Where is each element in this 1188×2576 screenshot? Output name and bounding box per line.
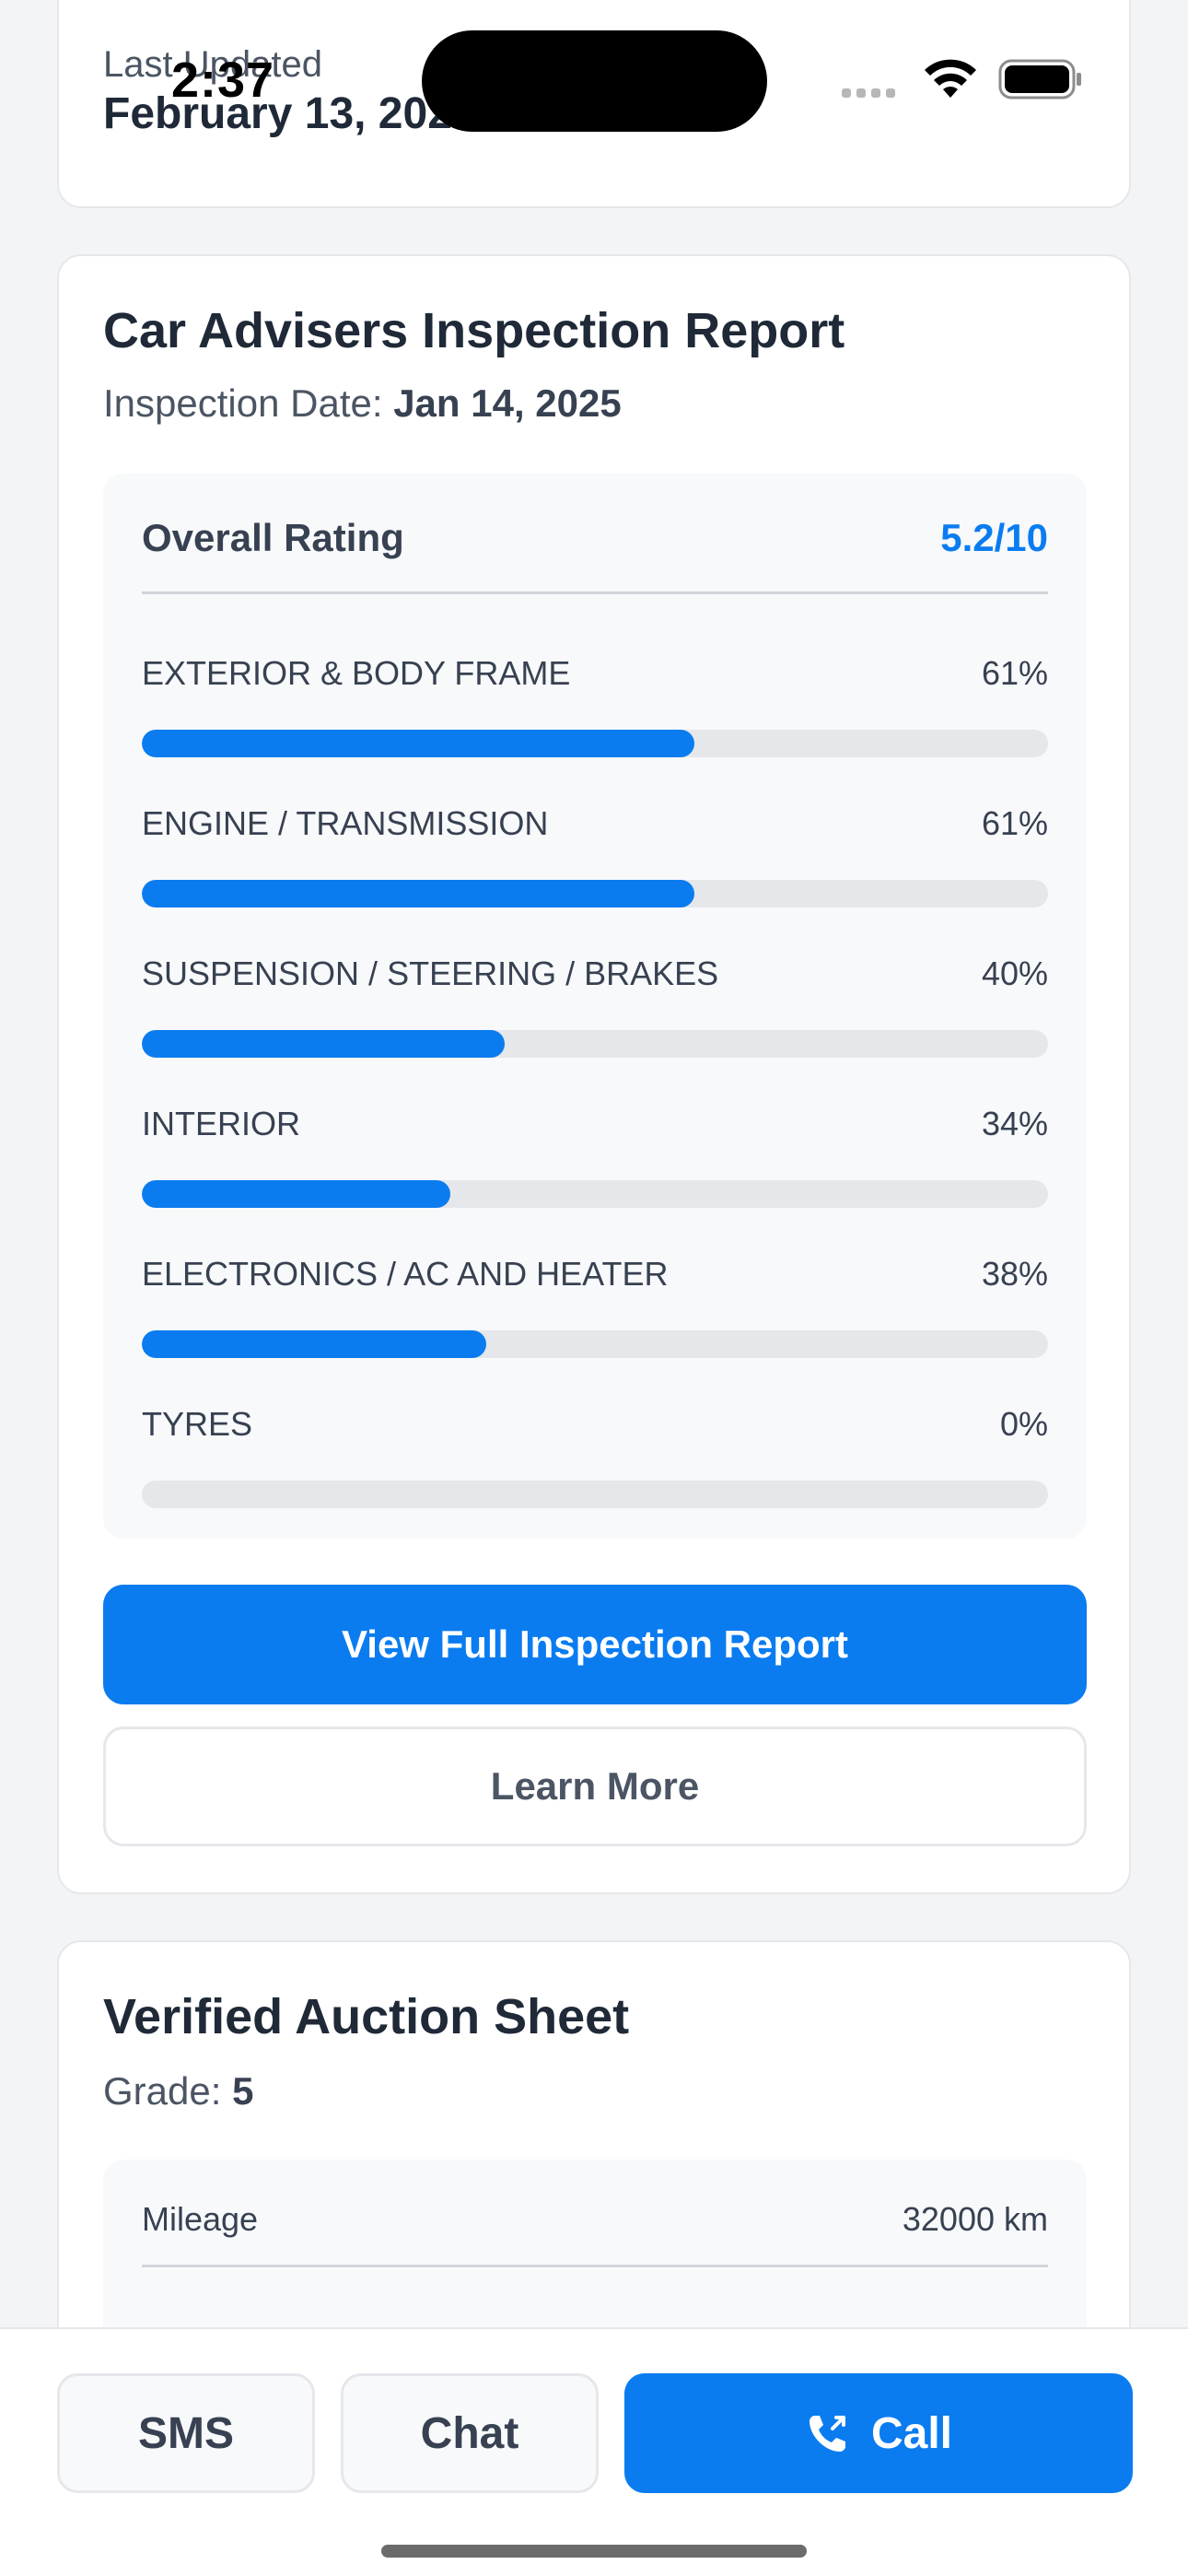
category-name: TYRES <box>142 1405 253 1443</box>
chat-button[interactable]: Chat <box>341 2373 599 2493</box>
progress-track <box>142 1180 1048 1208</box>
inspection-title: Car Advisers Inspection Report <box>103 303 845 358</box>
category-percent: 40% <box>981 954 1048 992</box>
dynamic-island <box>422 30 767 132</box>
view-full-report-button[interactable]: View Full Inspection Report <box>103 1585 1087 1704</box>
home-indicator <box>381 2545 807 2558</box>
overall-rating-label: Overall Rating <box>142 516 404 559</box>
progress-fill <box>142 1030 505 1058</box>
rating-category: EXTERIOR & BODY FRAME 61% <box>142 654 1048 765</box>
call-button-label: Call <box>870 2408 953 2458</box>
category-name: SUSPENSION / STEERING / BRAKES <box>142 954 719 992</box>
detail-divider <box>142 2265 1048 2267</box>
learn-more-button[interactable]: Learn More <box>103 1727 1087 1846</box>
auction-grade-label: Grade: <box>103 2069 222 2113</box>
signal-dot <box>886 88 895 98</box>
inspection-date: Inspection Date: Jan 14, 2025 <box>103 381 622 426</box>
sms-button[interactable]: SMS <box>57 2373 315 2493</box>
last-updated-date: February 13, 2025 <box>103 89 477 138</box>
category-percent: 38% <box>981 1255 1048 1293</box>
signal-dot <box>856 88 866 98</box>
progress-track <box>142 730 1048 757</box>
call-button[interactable]: Call <box>624 2373 1133 2493</box>
auction-grade-value: 5 <box>232 2069 254 2113</box>
signal-icon <box>842 88 895 98</box>
progress-track <box>142 1481 1048 1508</box>
inspection-date-label: Inspection Date: <box>103 381 383 425</box>
overall-rating-value: 5.2/10 <box>940 516 1048 559</box>
auction-title: Verified Auction Sheet <box>103 1989 630 2044</box>
category-percent: 0% <box>999 1405 1048 1443</box>
progress-track <box>142 1030 1048 1058</box>
rating-category: INTERIOR 34% <box>142 1105 1048 1215</box>
rating-divider <box>142 591 1048 594</box>
rating-panel: Overall Rating 5.2/10 EXTERIOR & BODY FR… <box>103 474 1087 1539</box>
rating-category: SUSPENSION / STEERING / BRAKES 40% <box>142 954 1048 1065</box>
signal-dot <box>842 88 851 98</box>
phone-icon <box>809 2416 845 2452</box>
screen: Last Updated February 13, 2025 Car Advis… <box>0 0 1188 2576</box>
signal-dot <box>871 88 880 98</box>
category-name: EXTERIOR & BODY FRAME <box>142 654 571 692</box>
rating-category: ELECTRONICS / AC AND HEATER 38% <box>142 1255 1048 1365</box>
progress-fill <box>142 1180 450 1208</box>
rating-category: TYRES 0% <box>142 1405 1048 1516</box>
category-percent: 61% <box>981 654 1048 692</box>
wifi-icon <box>925 59 976 98</box>
category-name: ENGINE / TRANSMISSION <box>142 804 549 842</box>
status-time: 2:37 <box>171 53 275 108</box>
progress-track <box>142 1330 1048 1358</box>
auction-grade: Grade: 5 <box>103 2069 253 2113</box>
progress-fill <box>142 880 695 907</box>
detail-label-mileage: Mileage <box>142 2200 259 2238</box>
progress-fill <box>142 730 695 757</box>
category-name: INTERIOR <box>142 1105 301 1142</box>
inspection-report-card: Car Advisers Inspection Report Inspectio… <box>57 254 1131 1894</box>
battery-icon <box>998 59 1081 100</box>
detail-value-mileage: 32000 km <box>902 2200 1048 2238</box>
category-name: ELECTRONICS / AC AND HEATER <box>142 1255 669 1293</box>
category-percent: 61% <box>981 804 1048 842</box>
category-percent: 34% <box>981 1105 1048 1142</box>
rating-category: ENGINE / TRANSMISSION 61% <box>142 804 1048 915</box>
inspection-date-value: Jan 14, 2025 <box>393 381 622 425</box>
bottom-action-bar: SMS Chat Call <box>0 2327 1188 2576</box>
progress-fill <box>142 1330 486 1358</box>
progress-track <box>142 880 1048 907</box>
